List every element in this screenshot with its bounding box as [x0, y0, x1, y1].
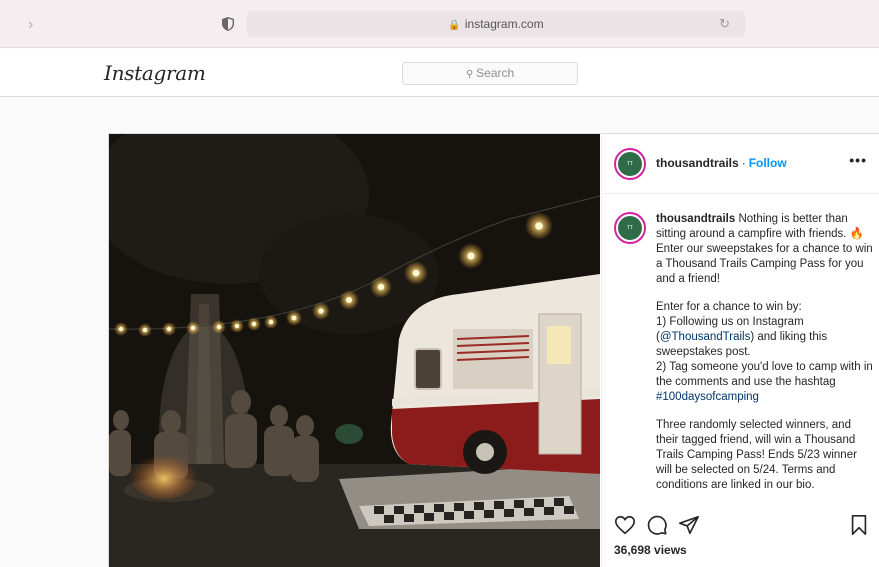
post-actions [602, 512, 879, 542]
post-author: thousandtrails · Follow [656, 156, 787, 170]
search-icon: ⚲ [465, 69, 474, 80]
search-input[interactable]: ⚲ Search [402, 62, 578, 85]
thousandtrails-logo: TT [618, 216, 642, 240]
thousandtrails-logo: TT [618, 152, 642, 176]
caption-text-2d: 2) Tag someone you'd love to camp with i… [656, 361, 873, 388]
post-sidebar: TT thousandtrails · Follow ••• TT thousand… [601, 134, 879, 567]
more-options-icon[interactable]: ••• [849, 152, 867, 168]
caption-paragraph-2: Enter for a chance to win by: 1) Followin… [656, 300, 874, 405]
caption-avatar[interactable]: TT [614, 212, 646, 244]
url-display: 🔒 instagram.com [246, 17, 746, 31]
follow-button[interactable]: Follow [749, 156, 787, 170]
search-placeholder: Search [476, 66, 515, 80]
comment-icon[interactable] [646, 514, 668, 536]
post-header: TT thousandtrails · Follow ••• [602, 134, 879, 194]
address-bar[interactable]: 🔒 instagram.com ↻ [246, 11, 746, 37]
forward-icon[interactable]: › [28, 16, 33, 34]
separator-dot: · [741, 156, 746, 170]
heart-icon[interactable] [614, 514, 636, 536]
post-caption: thousandtrails Nothing is better than si… [656, 212, 874, 506]
username-link[interactable]: thousandtrails [656, 156, 739, 170]
browser-toolbar: › 🔒 instagram.com ↻ [0, 0, 879, 48]
bookmark-icon[interactable] [848, 514, 870, 536]
post-photo[interactable] [109, 134, 600, 567]
reload-icon[interactable]: ↻ [719, 16, 730, 32]
post-card: TT thousandtrails · Follow ••• TT thousand… [108, 133, 879, 567]
caption-paragraph-3: Three randomly selected winners, and the… [656, 419, 857, 491]
caption-text-2a: Enter for a chance to win by: [656, 301, 802, 313]
lock-icon: 🔒 [448, 20, 461, 31]
campsite-night-image [109, 134, 600, 567]
share-icon[interactable] [678, 514, 700, 536]
instagram-logo[interactable]: Instagram [104, 61, 206, 85]
hashtag-link[interactable]: #100daysofcamping [656, 391, 759, 403]
shield-icon[interactable] [222, 17, 234, 31]
view-count[interactable]: 36,698 views [614, 543, 687, 557]
caption-paragraph-1: thousandtrails Nothing is better than si… [656, 212, 874, 287]
caption-username[interactable]: thousandtrails [656, 213, 735, 225]
avatar[interactable]: TT [614, 148, 646, 180]
mention-link[interactable]: @ThousandTrails [660, 331, 751, 343]
instagram-header: Instagram ⚲ Search [0, 49, 879, 97]
url-text: instagram.com [464, 17, 544, 31]
